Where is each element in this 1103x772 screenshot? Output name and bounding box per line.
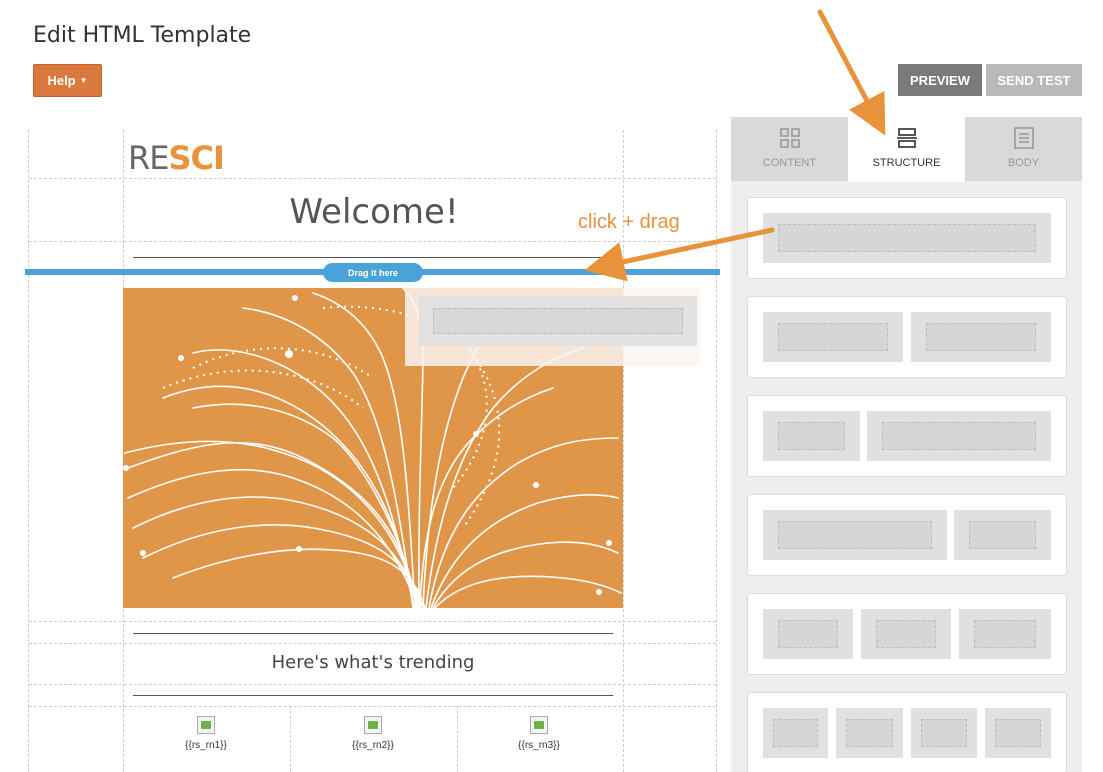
broken-image-icon — [197, 716, 215, 734]
arrow-to-structure-tab — [817, 9, 886, 136]
product-token: {{rs_rn3}} — [518, 740, 560, 751]
divider — [133, 695, 613, 696]
caret-down-icon: ▼ — [79, 76, 88, 85]
help-label: Help — [47, 73, 76, 88]
grid-guide — [29, 241, 716, 242]
broken-image-icon — [530, 716, 548, 734]
logo-text-re: RE — [128, 139, 169, 177]
grid-guide — [29, 621, 716, 622]
welcome-heading[interactable]: Welcome! — [124, 192, 624, 232]
logo-text-sci: SCI — [168, 139, 224, 177]
tab-label: BODY — [1007, 157, 1040, 169]
block-cell — [763, 411, 860, 461]
brand-logo[interactable]: RESCI — [128, 139, 225, 177]
panel-tabs: CONTENT STRUCTURE BODY — [731, 117, 1082, 182]
block-cell — [763, 510, 947, 560]
document-icon — [1013, 127, 1034, 149]
structure-block-2-col-narrow-wide[interactable] — [747, 395, 1067, 477]
help-button[interactable]: Help ▼ — [33, 64, 102, 97]
block-cell — [763, 213, 1051, 263]
product-token: {{rs_rn1}} — [185, 740, 227, 751]
block-cell — [763, 609, 853, 659]
grid-guide — [29, 706, 716, 707]
ghost-cell — [419, 296, 697, 346]
block-cell — [861, 609, 951, 659]
editor-side-panel: CONTENT STRUCTURE BODY — [731, 117, 1082, 772]
tab-body[interactable]: BODY — [965, 117, 1082, 181]
broken-image-icon — [364, 716, 382, 734]
block-cell — [911, 708, 977, 758]
grid-guide — [29, 643, 716, 644]
tab-label: STRUCTURE — [872, 157, 941, 169]
structure-block-2-col-wide-narrow[interactable] — [747, 494, 1067, 576]
block-cell — [954, 510, 1051, 560]
block-cell — [867, 411, 1051, 461]
tab-content[interactable]: CONTENT — [731, 117, 848, 181]
block-cell — [763, 708, 828, 758]
preview-button[interactable]: PREVIEW — [898, 64, 982, 96]
block-cell — [836, 708, 903, 758]
product-slot-2[interactable]: {{rs_rn2}} — [290, 716, 456, 751]
structure-block-2-col-equal[interactable] — [747, 296, 1067, 378]
rows-icon — [896, 128, 917, 148]
divider — [133, 633, 613, 634]
block-cell — [985, 708, 1051, 758]
drag-ghost-block — [405, 288, 700, 366]
tab-label: CONTENT — [762, 157, 817, 169]
grid-guide — [29, 684, 716, 685]
product-slot-3[interactable]: {{rs_rn3}} — [456, 716, 622, 751]
block-cell — [959, 609, 1051, 659]
product-slot-1[interactable]: {{rs_rn1}} — [123, 716, 289, 751]
trending-heading[interactable]: Here's what's trending — [123, 652, 623, 673]
tab-structure[interactable]: STRUCTURE — [848, 117, 965, 182]
structure-block-3-col[interactable] — [747, 593, 1067, 675]
grid-icon — [779, 128, 800, 148]
send-test-button[interactable]: SEND TEST — [986, 64, 1082, 96]
divider — [133, 257, 613, 258]
structure-block-4-col[interactable] — [747, 692, 1067, 772]
structure-block-1-col[interactable] — [747, 197, 1067, 279]
grid-guide — [29, 178, 716, 179]
block-cell — [911, 312, 1051, 362]
product-token: {{rs_rn2}} — [352, 740, 394, 751]
annotation-text: click + drag — [578, 211, 680, 233]
block-cell — [763, 312, 903, 362]
drag-here-label: Drag it here — [323, 263, 423, 282]
page-title: Edit HTML Template — [33, 23, 252, 48]
